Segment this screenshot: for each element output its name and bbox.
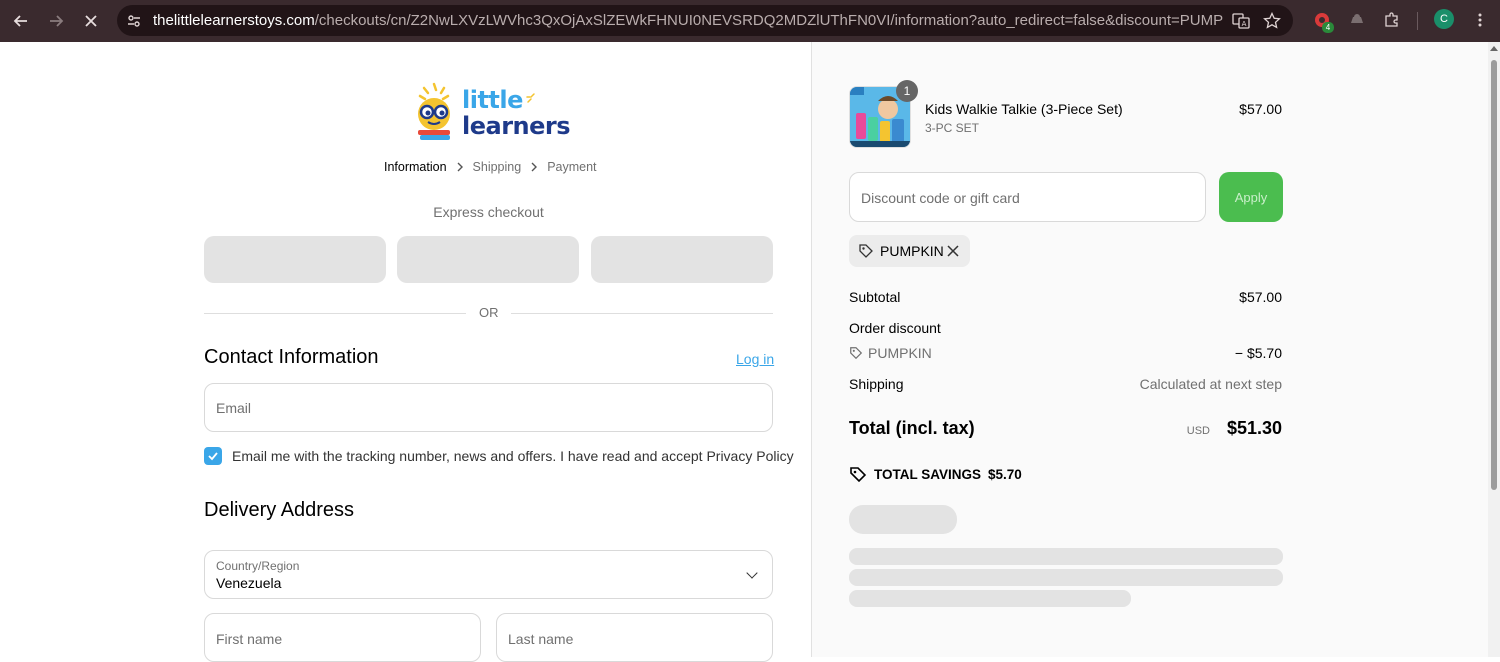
subtotal-value: $57.00 [1239, 289, 1282, 305]
extension-gray-icon[interactable] [1347, 10, 1367, 30]
bookmark-star-icon[interactable] [1262, 11, 1282, 31]
order-summary: 1 Kids Walkie Talkie (3-Piece Set) 3-PC … [812, 42, 1488, 657]
login-link[interactable]: Log in [736, 351, 774, 367]
first-name-field[interactable]: First name [204, 613, 481, 662]
discount-placeholder: Discount code or gift card [861, 190, 1020, 206]
discount-amount: − $5.70 [1234, 345, 1282, 361]
first-name-placeholder: First name [216, 631, 283, 647]
total-value: $51.30 [1226, 418, 1282, 438]
logo-mascot-icon [418, 82, 450, 140]
divider-line-left [204, 313, 466, 314]
express-checkout-title: Express checkout [433, 204, 544, 220]
tag-icon [859, 244, 873, 258]
marketing-checkbox[interactable] [204, 447, 222, 465]
tag-icon [850, 347, 863, 360]
logo-text-top: little [462, 86, 523, 114]
logo-text-bottom: learners [462, 112, 571, 140]
discount-code-text: PUMPKIN [868, 345, 932, 361]
more-menu-icon[interactable] [1470, 10, 1490, 30]
or-label: OR [479, 305, 499, 320]
total-currency: USD [1186, 425, 1210, 437]
forward-icon[interactable] [44, 9, 68, 33]
url-text[interactable]: thelittlelearnerstoys.com/checkouts/cn/Z… [153, 12, 1223, 29]
chevron-down-icon [746, 567, 758, 579]
page-scrollbar[interactable] [1488, 42, 1500, 657]
total-savings: TOTAL SAVINGS $5.70 [849, 465, 1022, 483]
delivery-heading: Delivery Address [204, 499, 355, 521]
checkout-breadcrumb: Information Shipping Payment [384, 160, 597, 174]
shipping-value: Calculated at next step [1139, 376, 1282, 392]
extension-badge: 4 [1322, 22, 1334, 33]
email-placeholder: Email [216, 400, 252, 416]
checkmark-icon [208, 452, 218, 461]
browser-toolbar: thelittlelearnerstoys.com/checkouts/cn/Z… [0, 0, 1500, 42]
express-pay-button-2[interactable] [397, 236, 579, 283]
logo-spark-icon [526, 93, 535, 103]
loading-skeleton-line [849, 569, 1283, 586]
subtotal-label: Subtotal [849, 289, 901, 305]
breadcrumb-information: Information [384, 160, 447, 174]
apply-discount-button[interactable]: Apply [1219, 172, 1283, 222]
checkout-main: little learners Information Shipping Pay… [0, 42, 811, 662]
contact-heading: Contact Information [204, 346, 379, 368]
loading-skeleton-line [849, 590, 1131, 607]
marketing-opt-in-label[interactable]: Email me with the tracking number, news … [232, 448, 794, 464]
chevron-right-icon [530, 162, 538, 172]
product-variant: 3-PC SET [925, 121, 980, 135]
savings-tag-icon [850, 467, 867, 483]
product-price: $57.00 [1239, 101, 1282, 117]
total-label: Total (incl. tax) [849, 418, 975, 438]
discount-code-row: PUMPKIN [849, 345, 932, 361]
address-bar[interactable]: thelittlelearnerstoys.com/checkouts/cn/Z… [117, 5, 1293, 36]
store-logo[interactable]: little learners [414, 80, 571, 144]
country-value: Venezuela [216, 575, 282, 591]
back-icon[interactable] [9, 9, 33, 33]
email-field[interactable]: Email [204, 383, 773, 432]
site-info-icon[interactable] [125, 12, 143, 30]
svg-text:A: A [1242, 20, 1247, 28]
translate-icon[interactable]: A [1231, 11, 1251, 31]
last-name-field[interactable]: Last name [496, 613, 773, 662]
order-discount-label: Order discount [849, 320, 941, 336]
breadcrumb-shipping[interactable]: Shipping [473, 160, 522, 174]
divider-line-right [511, 313, 773, 314]
extensions-puzzle-icon[interactable] [1382, 10, 1402, 30]
stop-loading-icon[interactable] [79, 9, 103, 33]
country-select[interactable]: Country/Region Venezuela [204, 550, 773, 599]
savings-label: TOTAL SAVINGS [874, 466, 982, 482]
profile-avatar[interactable]: C [1434, 9, 1454, 29]
remove-discount-close-icon[interactable] [947, 240, 959, 257]
applied-code-label: PUMPKIN [880, 243, 944, 259]
quantity-badge: 1 [896, 80, 918, 102]
country-label: Country/Region [216, 559, 300, 573]
scrollbar-thumb[interactable] [1491, 60, 1497, 490]
breadcrumb-payment[interactable]: Payment [547, 160, 596, 174]
toolbar-separator [1417, 12, 1418, 30]
last-name-placeholder: Last name [508, 631, 574, 647]
express-pay-button-1[interactable] [204, 236, 386, 283]
chevron-right-icon [456, 162, 464, 172]
scroll-up-arrow-icon[interactable] [1490, 46, 1498, 51]
express-pay-button-3[interactable] [591, 236, 773, 283]
loading-skeleton-line [849, 548, 1283, 565]
applied-discount-chip: PUMPKIN [849, 235, 970, 267]
or-divider: OR [204, 305, 773, 321]
product-name: Kids Walkie Talkie (3-Piece Set) [925, 101, 1123, 117]
savings-amount: $5.70 [988, 466, 1022, 482]
loading-skeleton-pill [849, 505, 957, 534]
discount-code-input[interactable]: Discount code or gift card [849, 172, 1206, 222]
shipping-label: Shipping [849, 376, 904, 392]
